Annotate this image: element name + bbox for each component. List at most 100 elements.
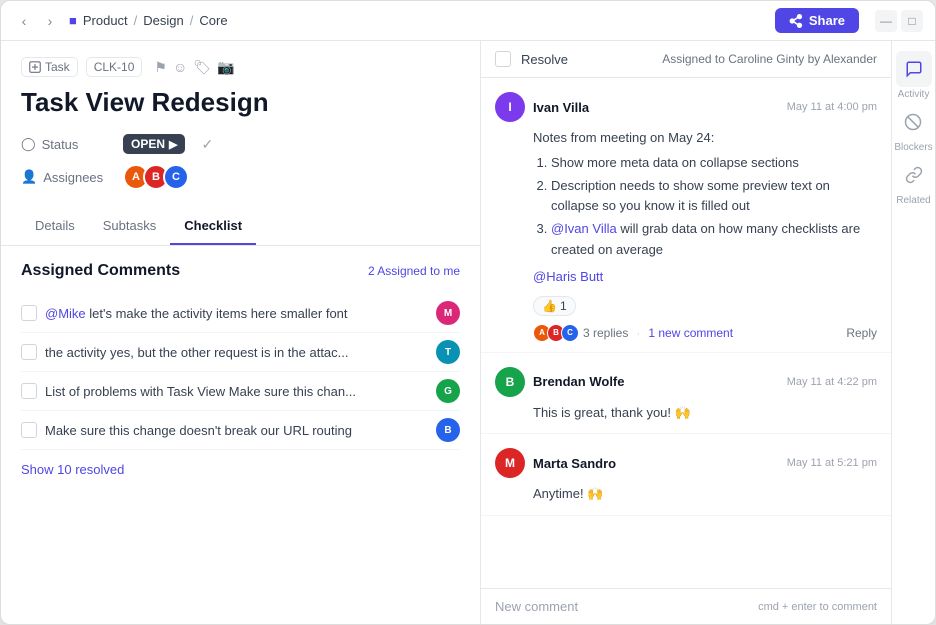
maximize-button[interactable]: □ bbox=[901, 10, 923, 32]
comment-tag-1: @Haris Butt bbox=[533, 267, 877, 288]
share-button[interactable]: Share bbox=[775, 8, 859, 33]
reaction-count: 1 bbox=[560, 299, 567, 313]
new-comment-link[interactable]: 1 new comment bbox=[648, 326, 733, 340]
tab-subtasks[interactable]: Subtasks bbox=[89, 208, 170, 245]
section-header: Assigned Comments 2 Assigned to me bbox=[21, 262, 460, 280]
checklist-item-3: List of problems with Task View Make sur… bbox=[21, 372, 460, 411]
assignees-field-label: 👤 Assignees bbox=[21, 169, 111, 185]
task-meta-bar: Task CLK-10 ⚑ ☺ 🏷 📷 bbox=[21, 57, 460, 77]
blockers-label: Blockers bbox=[894, 142, 932, 153]
task-type-badge: Task bbox=[21, 57, 78, 77]
comment-avatar-3: M bbox=[495, 448, 525, 478]
related-label: Related bbox=[896, 195, 930, 206]
comment-list-item-3: @Ivan Villa will grab data on how many c… bbox=[551, 219, 877, 261]
item-checkbox-1[interactable] bbox=[21, 305, 37, 321]
blockers-sidebar-item[interactable]: Blockers bbox=[894, 104, 932, 153]
item-avatar-3: G bbox=[436, 379, 460, 403]
share-icon bbox=[789, 14, 803, 28]
footer-avatar-3: C bbox=[561, 324, 579, 342]
status-check-icon[interactable]: ✓ bbox=[201, 136, 213, 153]
comment-block-3: M Marta Sandro May 11 at 5:21 pm Anytime… bbox=[481, 434, 891, 516]
task-title: Task View Redesign bbox=[21, 87, 460, 118]
comment-author-2: Brendan Wolfe bbox=[533, 374, 625, 389]
replies-link[interactable]: 3 replies bbox=[583, 326, 628, 340]
related-sidebar-item[interactable]: Related bbox=[896, 157, 932, 206]
breadcrumb-product: Product bbox=[83, 13, 128, 28]
resolve-bar: Resolve Assigned to Caroline Ginty by Al… bbox=[481, 41, 891, 78]
item-checkbox-3[interactable] bbox=[21, 383, 37, 399]
avatar-3: C bbox=[163, 164, 189, 190]
breadcrumb-design: Design bbox=[143, 13, 183, 28]
comment-input-bar: cmd + enter to comment bbox=[481, 588, 891, 624]
item-avatar-2: T bbox=[436, 340, 460, 364]
related-icon bbox=[896, 157, 932, 193]
reaction-emoji: 👍 bbox=[542, 299, 557, 313]
item-checkbox-4[interactable] bbox=[21, 422, 37, 438]
checklist-item-2: the activity yes, but the other request … bbox=[21, 333, 460, 372]
comments-area: I Ivan Villa May 11 at 4:00 pm Notes fro… bbox=[481, 78, 891, 588]
image-icon[interactable]: 📷 bbox=[217, 59, 234, 76]
task-header: Task CLK-10 ⚑ ☺ 🏷 📷 Task View Redesign ◯… bbox=[1, 41, 480, 200]
task-type-label: Task bbox=[45, 60, 70, 74]
comment-header-2: B Brendan Wolfe May 11 at 4:22 pm bbox=[495, 367, 877, 397]
comment-text-3: Anytime! 🙌 bbox=[533, 486, 603, 501]
breadcrumb: ■ Product / Design / Core bbox=[69, 13, 228, 28]
section-title: Assigned Comments bbox=[21, 262, 180, 280]
status-arrow-icon: ▶ bbox=[169, 138, 177, 151]
comment-body-3: Anytime! 🙌 bbox=[495, 484, 877, 505]
task-meta-icons: ⚑ ☺ 🏷 📷 bbox=[154, 59, 234, 76]
tag-icon[interactable]: 🏷 bbox=[193, 59, 211, 76]
comment-input[interactable] bbox=[495, 599, 758, 614]
checklist-item-4: Make sure this change doesn't break our … bbox=[21, 411, 460, 450]
resolve-label: Resolve bbox=[521, 52, 568, 67]
breadcrumb-core: Core bbox=[199, 13, 227, 28]
comment-footer-1: A B C 3 replies · 1 new comment Reply bbox=[495, 324, 877, 342]
task-type-icon bbox=[29, 61, 41, 73]
comment-shortcut: cmd + enter to comment bbox=[758, 601, 877, 613]
resolve-checkbox[interactable] bbox=[495, 51, 511, 67]
item-text-3: List of problems with Task View Make sur… bbox=[45, 384, 356, 399]
forward-button[interactable]: › bbox=[39, 10, 61, 32]
assignee-icon: 👤 bbox=[21, 169, 37, 185]
comment-body-1: Notes from meeting on May 24: Show more … bbox=[495, 128, 877, 288]
nav-arrows: ‹ › bbox=[13, 10, 61, 32]
item-avatar-1: M bbox=[436, 301, 460, 325]
sidebar-icons: Activity Blockers Related bbox=[891, 41, 935, 624]
reply-button-1[interactable]: Reply bbox=[846, 326, 877, 340]
activity-area: Resolve Assigned to Caroline Ginty by Al… bbox=[481, 41, 891, 624]
comment-text-2: This is great, thank you! 🙌 bbox=[533, 405, 691, 420]
item-text-2: the activity yes, but the other request … bbox=[45, 345, 349, 360]
comment-header-3: M Marta Sandro May 11 at 5:21 pm bbox=[495, 448, 877, 478]
title-bar: ‹ › ■ Product / Design / Core Share ― □ bbox=[1, 1, 935, 41]
item-text-1: @Mike let's make the activity items here… bbox=[45, 306, 348, 321]
status-badge[interactable]: OPEN ▶ bbox=[123, 134, 185, 154]
reactions-1: 👍 1 bbox=[495, 296, 877, 316]
comment-author-3: Marta Sandro bbox=[533, 456, 616, 471]
flag-icon[interactable]: ⚑ bbox=[154, 59, 167, 76]
back-button[interactable]: ‹ bbox=[13, 10, 35, 32]
activity-label: Activity bbox=[898, 89, 930, 100]
tab-checklist[interactable]: Checklist bbox=[170, 208, 256, 245]
item-checkbox-2[interactable] bbox=[21, 344, 37, 360]
comment-block-2: B Brendan Wolfe May 11 at 4:22 pm This i… bbox=[481, 353, 891, 435]
activity-icon bbox=[896, 51, 932, 87]
status-label: OPEN bbox=[131, 137, 165, 151]
emoji-icon[interactable]: ☺ bbox=[173, 59, 187, 76]
comment-list-item-1: Show more meta data on collapse sections bbox=[551, 153, 877, 174]
assignees-field-row: 👤 Assignees A B C bbox=[21, 164, 460, 190]
task-id: CLK-10 bbox=[86, 57, 143, 77]
comment-avatar-1: I bbox=[495, 92, 525, 122]
minimize-button[interactable]: ― bbox=[875, 10, 897, 32]
status-field-row: ◯ Status OPEN ▶ ✓ bbox=[21, 134, 460, 154]
comment-block-1: I Ivan Villa May 11 at 4:00 pm Notes fro… bbox=[481, 78, 891, 353]
item-avatar-4: B bbox=[436, 418, 460, 442]
show-resolved-link[interactable]: Show 10 resolved bbox=[21, 462, 124, 477]
assigned-to-me-link[interactable]: 2 Assigned to me bbox=[368, 264, 460, 278]
activity-sidebar-item[interactable]: Activity bbox=[896, 51, 932, 100]
assignees-list: A B C bbox=[123, 164, 183, 190]
reaction-thumbsup[interactable]: 👍 1 bbox=[533, 296, 576, 316]
checklist-item-1: @Mike let's make the activity items here… bbox=[21, 294, 460, 333]
item-text-4: Make sure this change doesn't break our … bbox=[45, 423, 352, 438]
tab-details[interactable]: Details bbox=[21, 208, 89, 245]
comment-intro-1: Notes from meeting on May 24: bbox=[533, 128, 877, 149]
